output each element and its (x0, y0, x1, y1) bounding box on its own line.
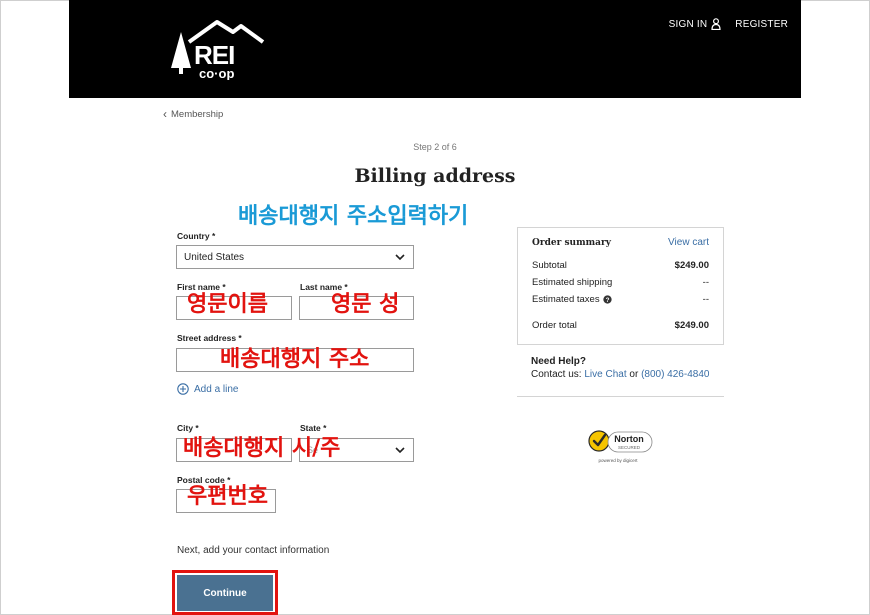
contact-prefix: Contact us: (531, 369, 585, 380)
add-line-label: Add a line (194, 383, 239, 395)
norton-check-circle (588, 430, 610, 452)
chevron-left-icon: ‹ (163, 107, 167, 121)
summary-row-value: -- (702, 294, 709, 305)
summary-row-taxes: Estimated taxes ? -- (532, 294, 709, 305)
info-icon[interactable]: ? (602, 295, 612, 304)
step-indicator: Step 2 of 6 (413, 142, 457, 152)
live-chat-link[interactable]: Live Chat (584, 369, 626, 380)
user-icon (711, 18, 721, 30)
summary-row-name: Estimated shipping (532, 277, 613, 288)
account-links: SIGN IN REGISTER (669, 18, 788, 30)
norton-powered: powered by digicert (598, 458, 638, 463)
sign-in-link[interactable]: SIGN IN (669, 18, 722, 30)
breadcrumb-label: Membership (171, 108, 224, 120)
sign-in-label: SIGN IN (668, 18, 708, 30)
add-line-button[interactable]: Add a line (177, 383, 238, 395)
annotation-heading: 배송대행지 주소입력하기 (238, 204, 469, 229)
state-label: State * (300, 423, 327, 433)
summary-row-subtotal: Subtotal $249.00 (532, 260, 709, 271)
summary-row-name: Order total (532, 320, 577, 331)
country-label: Country * (177, 231, 216, 241)
site-header: REI co·op SIGN IN REGISTER (69, 0, 801, 98)
register-link[interactable]: REGISTER (735, 19, 788, 30)
summary-row-name: Estimated taxes (532, 294, 600, 305)
summary-row-total: Order total $249.00 (532, 320, 709, 331)
phone-link[interactable]: (800) 426-4840 (641, 369, 709, 380)
next-step-text: Next, add your contact information (177, 545, 330, 556)
divider (517, 396, 724, 397)
norton-brand: Norton (614, 434, 644, 444)
street-label: Street address * (177, 333, 242, 343)
order-summary-title: Order summary (532, 238, 611, 248)
need-help-title: Need Help? (531, 356, 587, 367)
svg-text:?: ? (605, 297, 609, 304)
annotation-first-name: 영문이름 (187, 292, 268, 317)
continue-button[interactable]: Continue (177, 575, 273, 611)
chevron-down-icon (395, 254, 405, 261)
page-title: Billing address (354, 165, 516, 187)
rei-logo[interactable]: REI co·op (167, 18, 267, 80)
contact-or: or (626, 369, 642, 380)
city-label: City * (177, 423, 199, 433)
country-value: United States (184, 251, 245, 263)
summary-row-value: $249.00 (674, 320, 709, 331)
summary-row-value: -- (702, 277, 709, 288)
annotation-postal: 우편번호 (187, 484, 268, 509)
contact-line: Contact us: Live Chat or (800) 426-4840 (531, 369, 709, 380)
annotation-street: 배송대행지 주소 (220, 347, 370, 372)
summary-row-name-wrap: Estimated taxes ? (532, 294, 612, 305)
first-name-label: First name * (177, 282, 226, 292)
annotation-last-name: 영문 성 (331, 292, 400, 317)
logo-coop-text: co·op (199, 66, 234, 80)
country-select[interactable]: United States (176, 245, 414, 269)
annotation-city-state: 배송대행지 시/주 (183, 436, 341, 461)
summary-row-shipping: Estimated shipping -- (532, 277, 709, 288)
view-cart-link[interactable]: View cart (668, 237, 709, 248)
last-name-label: Last name * (300, 282, 348, 292)
breadcrumb[interactable]: ‹ Membership (163, 108, 223, 120)
summary-row-value: $249.00 (674, 260, 709, 271)
plus-circle-icon (177, 383, 189, 395)
register-label: REGISTER (735, 18, 788, 30)
summary-row-name: Subtotal (532, 260, 567, 271)
norton-secured-badge: Norton SECURED powered by digicert (588, 430, 653, 463)
norton-secured: SECURED (618, 445, 641, 450)
order-summary: Order summary View cart Subtotal $249.00… (517, 227, 724, 345)
chevron-down-icon (395, 447, 405, 454)
